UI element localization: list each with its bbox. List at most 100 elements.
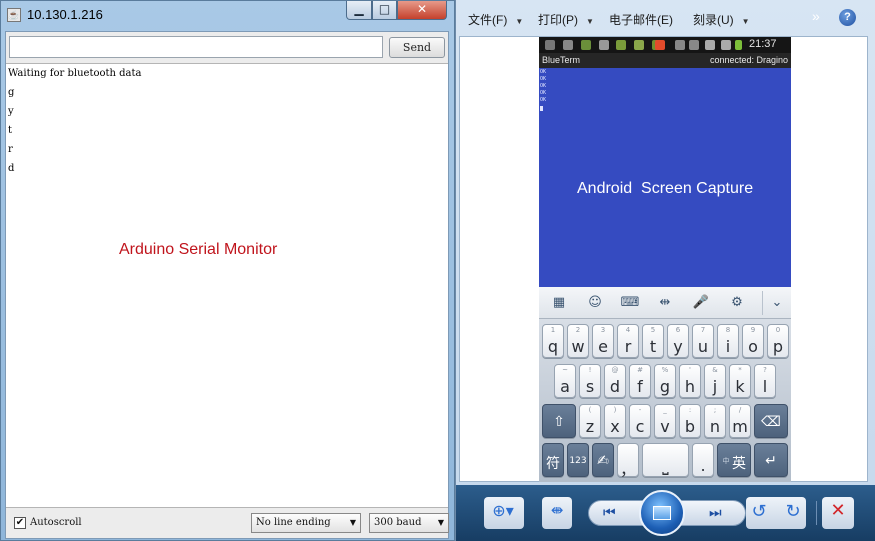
key-sub-label: @ [611,366,619,374]
phone-screenshot: 21:37 BlueTerm connected: Dragino OK OK … [539,37,791,482]
serial-output-line: g [8,87,15,98]
terminal-area[interactable]: OK OK OK OK OK Android Screen Capture [539,68,791,287]
slideshow-button[interactable] [639,490,685,536]
shift-key[interactable]: ⇧ [542,404,576,438]
line-ending-select[interactable]: No line ending ▼ [251,513,361,533]
rotate-counterclockwise-button[interactable]: ↺ [748,501,770,525]
cursor-move-icon[interactable]: ⇹ [655,293,675,313]
serial-monitor-client: Send Waiting for bluetooth data g y t r … [5,31,449,539]
serial-output-line: r [8,144,13,155]
zoom-control[interactable]: ⊕▾ [486,501,520,525]
serial-monitor-title: 10.130.1.216 [27,7,103,22]
menu-file[interactable]: 文件(F) ▼ [468,11,523,28]
key-label: a [560,377,570,396]
maximize-button[interactable]: □ [372,1,397,20]
backspace-icon: ⌫ [761,414,781,430]
key-e[interactable]: 3e [592,324,614,358]
rotate-right-icon: ↻ [785,501,801,522]
gear-icon[interactable]: ⚙ [727,293,747,313]
microphone-icon[interactable]: 🎤 [691,293,711,313]
serial-output-line: Waiting for bluetooth data [8,68,142,79]
key-m[interactable]: / m [729,404,751,438]
terminal-line: OK [540,76,547,82]
key-label: c [635,417,645,436]
minimize-button[interactable]: ▁ [346,1,372,20]
bluetooth-icon [675,40,685,50]
symbol-key[interactable]: 符 [542,443,564,477]
enter-key[interactable]: ↵ [754,443,788,477]
handwrite-key[interactable]: ✍ [592,443,614,477]
chevron-down-icon: ▼ [515,17,524,26]
delete-button[interactable]: ✕ [826,500,850,524]
rotate-clockwise-button[interactable]: ↻ [782,501,804,525]
terminal-line: OK [540,90,547,96]
serial-output-line: t [8,125,13,136]
key-sub-label: 6 [675,326,681,334]
key-u[interactable]: 7u [692,324,714,358]
key-s[interactable]: ! s [579,364,601,398]
baud-rate-select[interactable]: 300 baud ▼ [369,513,449,533]
key-label: e [598,337,608,356]
number-key[interactable]: 123 [567,443,589,477]
key-n[interactable]: ; n [704,404,726,438]
overflow-chevron-icon[interactable]: » [812,8,820,24]
line-ending-value: No line ending [256,517,331,528]
key-p[interactable]: 0p [767,324,789,358]
send-button[interactable]: Send [389,37,445,58]
key-label: h [684,377,696,396]
key-v[interactable]: _ v [654,404,676,438]
next-image-button[interactable]: ⏭ [709,504,722,521]
key-k[interactable]: * k [729,364,751,398]
close-button[interactable]: ✕ [397,1,447,20]
language-switch-key[interactable]: 中英 [717,443,751,477]
key-b[interactable]: :b [679,404,701,438]
key-d[interactable]: @ d [604,364,626,398]
backspace-key[interactable]: ⌫ [754,404,788,438]
menu-email[interactable]: 电子邮件(E) [609,11,673,28]
chevron-down-icon: ▼ [586,17,594,26]
key-t[interactable]: 5t [642,324,664,358]
serial-monitor-title-bar[interactable]: ☕ 10.130.1.216 ▁ □ ✕ [1,1,456,31]
help-button[interactable]: ? [839,9,856,26]
collapse-keyboard-icon[interactable]: ⌄ [767,293,787,313]
key-a[interactable]: ~ a [554,364,576,398]
serial-output-area[interactable]: Waiting for bluetooth data g y t r d Ard… [6,63,448,508]
key-label: q [547,337,559,356]
key-q[interactable]: 1q [542,324,564,358]
key-label: t [649,337,657,356]
key-sub-label: ! [588,366,592,374]
emoji-icon[interactable]: ☺ [585,293,605,313]
key-x[interactable]: ) x [604,404,626,438]
key-sub-label: - [638,406,642,414]
actual-size-button[interactable]: ⇼ [544,501,570,525]
key-sub-label: 0 [775,326,781,334]
space-key[interactable]: ⎵ [642,443,689,477]
key-c[interactable]: -c [629,404,651,438]
key-f[interactable]: # f [629,364,651,398]
comma-key[interactable]: ， [617,443,639,479]
apps-grid-icon[interactable]: ▦ [549,293,569,313]
key-h[interactable]: ' h [679,364,701,398]
previous-image-button[interactable]: ⏮ [603,504,616,521]
key-label: d [609,377,621,396]
key-label: f [637,377,643,396]
key-y[interactable]: 6y [667,324,689,358]
key-sub-label: 9 [750,326,756,334]
key-o[interactable]: 9o [742,324,764,358]
key-sub-label: ~ [562,366,568,374]
key-i[interactable]: 8i [717,324,739,358]
key-g[interactable]: % g [654,364,676,398]
key-r[interactable]: 4r [617,324,639,358]
menu-print[interactable]: 打印(P) ▼ [538,11,594,28]
key-l[interactable]: ? l [754,364,776,398]
keyboard-icon[interactable]: ⌨ [620,293,640,313]
serial-send-input[interactable] [9,36,383,58]
menu-file-label: 文件(F) [468,13,508,27]
key-z[interactable]: (z [579,404,601,438]
key-j[interactable]: & j [704,364,726,398]
key-w[interactable]: 2w [567,324,589,358]
java-app-icon: ☕ [7,8,21,22]
autoscroll-checkbox[interactable]: ✔ [14,517,26,529]
key-label: 符 [546,456,560,472]
menu-burn[interactable]: 刻录(U) ▼ [693,11,750,28]
